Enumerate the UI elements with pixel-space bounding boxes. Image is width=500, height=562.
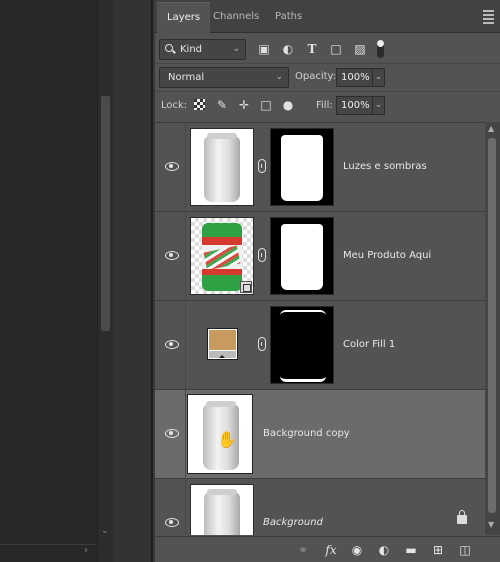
lock-icon[interactable] (457, 510, 467, 524)
layer-mask-thumbnail[interactable] (270, 128, 334, 206)
lock-label: Lock: (161, 100, 188, 111)
panel-tab-bar: Layers Channels Paths (155, 0, 500, 33)
adjustment-layer-icon[interactable]: ◐ (376, 542, 392, 558)
layer-name[interactable]: Background (263, 517, 323, 528)
chain-link-icon[interactable] (258, 248, 266, 262)
can-mask-icon (281, 224, 323, 290)
layer-row-background[interactable]: Background (155, 479, 485, 535)
blend-mode-value: Normal (168, 72, 205, 83)
eye-icon[interactable] (165, 339, 179, 349)
color-fill-icon[interactable] (207, 328, 238, 360)
divider (185, 479, 186, 535)
opacity-label: Opacity: (295, 71, 337, 82)
divider (155, 63, 500, 64)
fill-dropdown-button[interactable]: ⌄ (372, 96, 385, 115)
chevron-down-icon[interactable]: ▼ (488, 520, 494, 529)
divider (185, 123, 186, 212)
pixel-filter-icon[interactable]: ▣ (256, 41, 272, 57)
can-icon (204, 133, 240, 202)
eye-icon[interactable] (165, 250, 179, 260)
lock-position-move-icon[interactable]: ✛ (237, 98, 251, 112)
chain-link-icon[interactable] (258, 159, 266, 173)
fx-icon[interactable]: fx (323, 542, 339, 558)
shape-filter-icon[interactable]: □ (328, 41, 344, 57)
smart-object-filter-icon[interactable]: ▨ (352, 41, 368, 57)
filter-toggle-icon[interactable] (377, 40, 384, 58)
opacity-input[interactable]: 100% (336, 68, 373, 87)
product-can-icon (202, 223, 242, 291)
lock-all-icon[interactable]: ● (281, 98, 295, 112)
hand-cursor-icon: ✋ (217, 430, 237, 449)
tab-channels[interactable]: Channels (203, 2, 269, 33)
lock-row: Lock: ✎ ✛ □ ● Fill: 100% ⌄ (155, 95, 500, 117)
panel-dock-gutter: › (84, 0, 153, 562)
chevron-down-icon[interactable]: ⌄ (101, 526, 109, 536)
lock-transparency-icon[interactable] (194, 99, 205, 110)
fill-label: Fill: (316, 100, 333, 111)
divider (185, 390, 186, 479)
divider (185, 301, 186, 390)
blend-row: Normal ⌄ Opacity: 100% ⌄ (155, 67, 500, 89)
search-icon (165, 44, 173, 52)
layers-panel: Layers Channels Paths Kind ⌄ ▣ ◐ T □ ▨ N… (155, 0, 500, 562)
filter-kind-select[interactable]: Kind ⌄ (159, 39, 246, 60)
eye-icon[interactable] (165, 517, 179, 527)
link-layers-icon[interactable]: ⚭ (295, 542, 311, 558)
layer-mask-thumbnail[interactable] (270, 306, 334, 384)
divider (185, 212, 186, 301)
chevron-down-icon: ⌄ (232, 44, 240, 54)
fill-input[interactable]: 100% (336, 96, 373, 115)
lock-artboard-icon[interactable]: □ (259, 98, 273, 112)
canvas-scroll-thumb[interactable] (101, 96, 110, 331)
canvas-vertical-scrollbar[interactable]: ⌄ (97, 0, 113, 562)
layer-row-color-fill-1[interactable]: Color Fill 1 (155, 301, 485, 390)
smart-object-badge-icon (240, 281, 252, 293)
inverted-can-mask-icon (280, 310, 326, 382)
type-filter-icon[interactable]: T (304, 41, 320, 57)
add-mask-icon[interactable]: ◉ (349, 542, 365, 558)
eye-icon[interactable] (165, 428, 179, 438)
can-icon (204, 489, 240, 535)
layer-name[interactable]: Color Fill 1 (343, 339, 395, 350)
fill-color-swatch (209, 330, 236, 350)
canvas-area (0, 0, 97, 562)
layers-scroll-thumb[interactable] (488, 138, 496, 513)
divider (155, 91, 500, 92)
panel-menu-icon[interactable] (483, 10, 494, 26)
layer-thumbnail[interactable] (190, 128, 254, 206)
layer-row-luzes-e-sombras[interactable]: Luzes e sombras (155, 123, 485, 212)
chevron-down-icon: ⌄ (275, 72, 283, 82)
new-layer-icon[interactable]: ⊞ (430, 542, 446, 558)
adjustment-filter-icon[interactable]: ◐ (280, 41, 296, 57)
layer-name[interactable]: Luzes e sombras (343, 161, 427, 172)
canvas-status-divider (0, 544, 97, 545)
can-mask-icon (281, 135, 323, 201)
blend-mode-select[interactable]: Normal ⌄ (159, 67, 289, 88)
layers-scrollbar[interactable]: ▲ ▼ (485, 122, 500, 535)
filter-kind-label: Kind (180, 44, 203, 55)
layer-row-background-copy[interactable]: Background copy (155, 390, 485, 479)
eye-icon[interactable] (165, 161, 179, 171)
layer-mask-thumbnail[interactable] (270, 217, 334, 295)
lock-image-brush-icon[interactable]: ✎ (215, 98, 229, 112)
layers-list: Luzes e sombras Meu Produto Aqui Color F… (155, 122, 485, 535)
layer-thumbnail[interactable] (190, 484, 254, 535)
chevron-up-icon[interactable]: ▲ (488, 124, 494, 133)
layer-name[interactable]: Meu Produto Aqui (343, 250, 431, 261)
layer-name[interactable]: Background copy (263, 428, 350, 439)
tab-paths[interactable]: Paths (265, 2, 312, 33)
new-group-icon[interactable]: ▬ (403, 542, 419, 558)
layer-row-meu-produto-aqui[interactable]: Meu Produto Aqui (155, 212, 485, 301)
delete-icon[interactable]: ◫ (457, 542, 473, 558)
layers-footer-toolbar: ⚭ fx ◉ ◐ ▬ ⊞ ◫ (155, 536, 500, 562)
opacity-dropdown-button[interactable]: ⌄ (372, 68, 385, 87)
chain-link-icon[interactable] (258, 337, 266, 351)
chevron-right-icon[interactable]: › (84, 545, 88, 556)
layer-filter-bar: Kind ⌄ ▣ ◐ T □ ▨ (155, 38, 500, 62)
layer-thumbnail[interactable] (190, 217, 254, 295)
